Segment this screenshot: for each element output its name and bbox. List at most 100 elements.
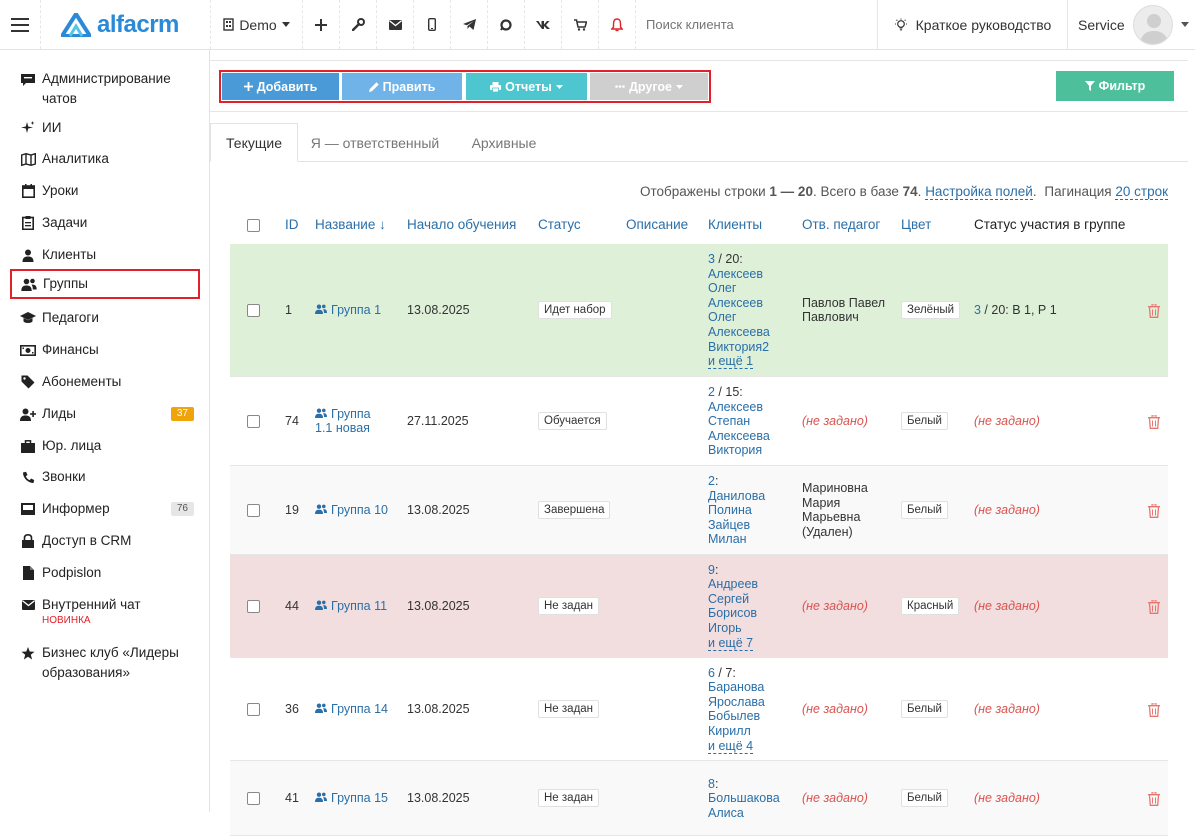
edit-button[interactable]: Править <box>342 73 462 100</box>
tab-current[interactable]: Текущие <box>210 123 298 162</box>
clients-count-link[interactable]: 9 <box>708 563 715 577</box>
logo[interactable]: alfacrm <box>41 0 211 49</box>
filter-button[interactable]: Фильтр <box>1056 71 1174 101</box>
sidebar-item-chat-admin[interactable]: Администрирование чатов <box>10 66 200 112</box>
client-link[interactable]: Алексеев <box>708 296 763 310</box>
whatsapp-button[interactable] <box>488 0 525 49</box>
tab-archive[interactable]: Архивные <box>460 123 548 162</box>
client-link[interactable]: Степан <box>708 414 750 428</box>
show-more-clients-link[interactable]: и ещё 4 <box>708 738 754 754</box>
quick-add-button[interactable] <box>303 0 340 49</box>
client-link[interactable]: Алексеева <box>708 325 770 339</box>
column-header-id[interactable]: ID <box>285 217 299 232</box>
client-link[interactable]: Кирилл <box>708 724 751 738</box>
quick-guide-button[interactable]: Краткое руководство <box>878 0 1068 49</box>
sidebar-item-tasks[interactable]: Задачи <box>10 210 200 236</box>
sidebar-item-calls[interactable]: Звонки <box>10 464 200 490</box>
group-name-link[interactable]: Группа 1.1 новая <box>315 407 371 436</box>
clients-count-link[interactable]: 8 <box>708 777 715 791</box>
delete-trash-icon[interactable] <box>1148 702 1160 717</box>
group-name-link[interactable]: Группа 11 <box>315 599 387 614</box>
row-checkbox[interactable] <box>247 414 260 428</box>
sidebar-item-legal-entities[interactable]: Юр. лица <box>10 433 200 459</box>
sidebar-item-leads[interactable]: Лиды 37 <box>10 401 200 427</box>
clients-count-link[interactable]: 6 <box>708 666 715 680</box>
client-link[interactable]: Игорь <box>708 621 742 635</box>
client-link[interactable]: Зайцев <box>708 518 750 532</box>
sidebar-item-clients[interactable]: Клиенты <box>10 242 200 268</box>
client-link[interactable]: Большакова <box>708 791 780 805</box>
show-more-clients-link[interactable]: и ещё 7 <box>708 635 754 651</box>
column-header-teacher[interactable]: Отв. педагог <box>802 217 880 232</box>
select-all-checkbox[interactable] <box>247 219 260 232</box>
delete-trash-icon[interactable] <box>1148 503 1160 518</box>
client-link[interactable]: Милан <box>708 532 747 546</box>
client-link[interactable]: Олег <box>708 310 736 324</box>
row-checkbox[interactable] <box>247 702 260 716</box>
sidebar-item-subscriptions[interactable]: Абонементы <box>10 369 200 395</box>
client-link[interactable]: Андреев <box>708 577 758 591</box>
delete-trash-icon[interactable] <box>1148 791 1160 806</box>
row-checkbox[interactable] <box>247 503 260 517</box>
row-checkbox[interactable] <box>247 791 260 805</box>
row-checkbox[interactable] <box>247 599 260 613</box>
column-header-name[interactable]: Название ↓ <box>315 217 386 232</box>
sidebar-item-business-club[interactable]: Бизнес клуб «Лидеры образования» <box>10 640 200 686</box>
column-header-start[interactable]: Начало обучения <box>407 217 516 232</box>
client-link[interactable]: Виктория2 <box>708 340 769 354</box>
group-name-link[interactable]: Группа 10 <box>315 503 388 518</box>
client-link[interactable]: Баранова <box>708 680 764 694</box>
clients-count-link[interactable]: 3 <box>708 252 715 266</box>
add-button[interactable]: Добавить <box>222 73 339 100</box>
delete-trash-icon[interactable] <box>1148 599 1160 614</box>
client-search[interactable] <box>636 0 878 49</box>
client-link[interactable]: Бобылев <box>708 709 760 723</box>
client-link[interactable]: Олег <box>708 281 736 295</box>
group-name-link[interactable]: Группа 15 <box>315 791 388 806</box>
client-link[interactable]: Полина <box>708 503 752 517</box>
client-link[interactable]: Алексеева <box>708 429 770 443</box>
client-link[interactable]: Алексеев <box>708 267 763 281</box>
notifications-button[interactable] <box>599 0 636 49</box>
reports-button[interactable]: Отчеты <box>466 73 587 100</box>
sidebar-item-lessons[interactable]: Уроки <box>10 178 200 204</box>
user-menu[interactable]: Service <box>1068 0 1195 49</box>
group-name-link[interactable]: Группа 14 <box>315 702 388 717</box>
clients-count-link[interactable]: 2 <box>708 385 715 399</box>
clients-count-link[interactable]: 2 <box>708 474 715 488</box>
column-header-description[interactable]: Описание <box>626 217 688 232</box>
sidebar-item-groups[interactable]: Группы <box>10 269 200 299</box>
client-link[interactable]: Алексеев <box>708 400 763 414</box>
vk-button[interactable] <box>525 0 562 49</box>
column-header-color[interactable]: Цвет <box>901 217 931 232</box>
column-header-status[interactable]: Статус <box>538 217 581 232</box>
sidebar-item-finance[interactable]: Финансы <box>10 337 200 363</box>
client-link[interactable]: Сергей <box>708 592 749 606</box>
client-link[interactable]: Борисов <box>708 606 757 620</box>
client-search-input[interactable] <box>646 17 866 32</box>
client-link[interactable]: Ярослава <box>708 695 765 709</box>
sidebar-item-teachers[interactable]: Педагоги <box>10 305 200 331</box>
delete-trash-icon[interactable] <box>1148 414 1160 429</box>
sidebar-item-internal-chat[interactable]: Внутренний чат НОВИНКА <box>10 592 200 630</box>
branch-selector[interactable]: Demo <box>211 0 303 49</box>
settings-button[interactable] <box>340 0 377 49</box>
client-link[interactable]: Виктория <box>708 443 762 457</box>
sidebar-item-ai[interactable]: ИИ <box>10 115 200 141</box>
mail-button[interactable] <box>377 0 414 49</box>
sidebar-item-crm-access[interactable]: Доступ в CRM <box>10 528 200 554</box>
telegram-button[interactable] <box>451 0 488 49</box>
sidebar-item-podpislon[interactable]: Podpislon <box>10 560 200 586</box>
row-checkbox[interactable] <box>247 303 260 317</box>
column-header-clients[interactable]: Клиенты <box>708 217 762 232</box>
show-more-clients-link[interactable]: и ещё 1 <box>708 354 754 370</box>
group-name-link[interactable]: Группа 1 <box>315 303 381 318</box>
sms-button[interactable] <box>414 0 451 49</box>
pagination-selector[interactable]: 20 строк <box>1115 184 1168 200</box>
delete-trash-icon[interactable] <box>1148 303 1160 318</box>
menu-toggle-button[interactable] <box>0 0 41 49</box>
cart-button[interactable] <box>562 0 599 49</box>
field-settings-link[interactable]: Настройка полей <box>925 184 1033 200</box>
participation-count-link[interactable]: 3 <box>974 303 981 317</box>
other-button[interactable]: Другое <box>590 73 708 100</box>
